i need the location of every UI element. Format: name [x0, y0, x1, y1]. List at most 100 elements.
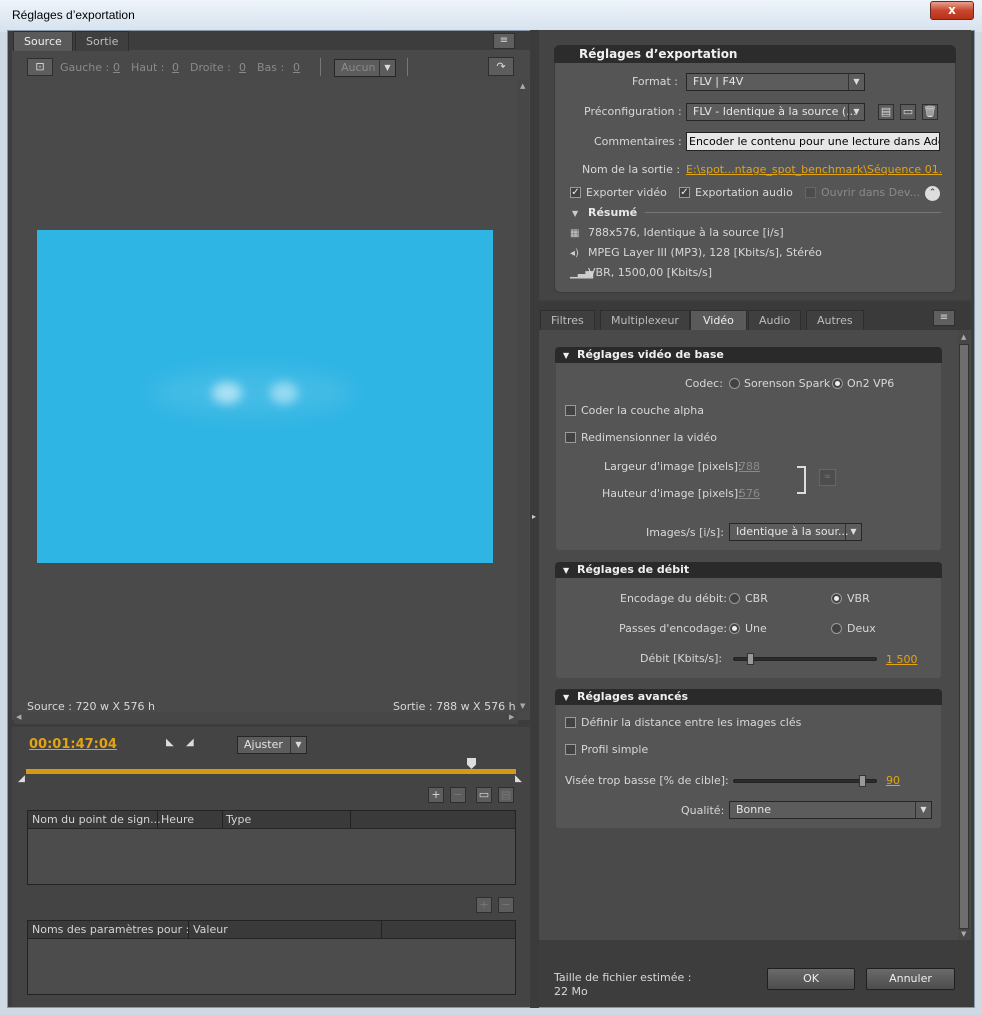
rate-slider-thumb[interactable]: [747, 653, 755, 665]
undershoot-value[interactable]: 90: [886, 774, 900, 787]
tab-source[interactable]: Source: [13, 31, 73, 51]
crop-ratio-dropdown[interactable]: Aucun ▼: [334, 59, 396, 77]
tab-sortie[interactable]: Sortie: [75, 31, 130, 51]
separator: [407, 58, 408, 76]
fit-dropdown[interactable]: Ajuster ▼: [237, 736, 307, 754]
delete-preset-icon[interactable]: 🗑: [922, 104, 938, 120]
panel-menu-icon[interactable]: ≡: [493, 33, 515, 49]
output-name-link[interactable]: E:\spot...ntage_spot_benchmark\Séquence …: [686, 163, 942, 176]
comments-input[interactable]: [686, 132, 940, 151]
format-dropdown[interactable]: FLV | F4V ▼: [686, 73, 865, 91]
ok-button[interactable]: OK: [767, 968, 855, 990]
two-pass-radio[interactable]: [831, 623, 842, 634]
save-preset-icon[interactable]: ▤: [878, 104, 894, 120]
panel-menu-icon[interactable]: ≡: [933, 310, 955, 326]
column-divider: [188, 921, 189, 938]
scroll-left-icon[interactable]: ◀: [16, 713, 21, 721]
tab-multiplexeur[interactable]: Multiplexeur: [600, 310, 690, 330]
resize-checkbox[interactable]: [565, 432, 576, 443]
folder-icon[interactable]: ▭: [476, 787, 492, 803]
simple-profile-checkbox[interactable]: [565, 744, 576, 755]
advanced-header[interactable]: ▼ Réglages avancés: [555, 689, 942, 705]
alpha-checkbox[interactable]: [565, 405, 576, 416]
undershoot-slider-thumb[interactable]: [858, 775, 866, 787]
fps-label: Images/s [i/s]:: [646, 526, 724, 539]
save-icon[interactable]: ▤: [498, 787, 514, 803]
timeline-bar[interactable]: [26, 769, 516, 774]
timecode[interactable]: 00:01:47:04: [29, 737, 117, 752]
title-bar: Réglages d’exportation: [0, 0, 982, 32]
keyframe-checkbox[interactable]: [565, 717, 576, 728]
add-icon[interactable]: +: [428, 787, 444, 803]
add-icon[interactable]: +: [476, 897, 492, 913]
scroll-up-icon[interactable]: ▲: [961, 333, 966, 341]
set-in-icon[interactable]: ◣: [166, 737, 174, 748]
fps-dropdown[interactable]: Identique à la sour... ▼: [729, 523, 862, 541]
scroll-right-icon[interactable]: ▶: [509, 713, 514, 721]
column-divider: [350, 811, 351, 828]
scroll-up-icon[interactable]: ▲: [520, 82, 525, 90]
quality-label: Qualité:: [681, 804, 725, 817]
comments-label: Commentaires :: [594, 135, 682, 148]
crop-left-value[interactable]: 0: [113, 61, 120, 74]
blur-shape: [152, 370, 352, 415]
rotate-icon[interactable]: ↷: [488, 57, 514, 76]
tab-audio[interactable]: Audio: [748, 310, 802, 330]
remove-icon[interactable]: −: [450, 787, 466, 803]
undershoot-label: Visée trop basse [% de cible]:: [565, 774, 729, 787]
resize-label: Redimensionner la vidéo: [581, 431, 717, 444]
disclosure-triangle-icon[interactable]: ▼: [572, 209, 578, 218]
quality-dropdown[interactable]: Bonne ▼: [729, 801, 932, 819]
preset-dropdown[interactable]: FLV - Identique à la source (... ▼: [686, 103, 865, 121]
cancel-button[interactable]: Annuler: [866, 968, 955, 990]
scrollbar-thumb[interactable]: [959, 344, 969, 929]
two-pass-label: Deux: [847, 622, 876, 635]
summary-bitrate: VBR, 1500,00 [Kbits/s]: [588, 266, 713, 279]
codec-sorenson-label: Sorenson Spark: [744, 377, 831, 390]
remove-icon[interactable]: −: [498, 897, 514, 913]
width-label: Largeur d'image [pixels]:: [604, 460, 742, 473]
rate-slider[interactable]: [733, 657, 877, 661]
scroll-down-icon[interactable]: ▼: [961, 930, 966, 938]
column-header[interactable]: Valeur: [193, 921, 228, 938]
scroll-down-icon[interactable]: ▼: [520, 702, 525, 710]
tab-video[interactable]: Vidéo: [690, 310, 747, 330]
bitrate-header[interactable]: ▼ Réglages de débit: [555, 562, 942, 578]
crop-icon[interactable]: ⊡: [27, 58, 53, 76]
column-header[interactable]: Heure: [161, 811, 194, 828]
height-value[interactable]: 576: [739, 487, 760, 500]
open-in-device-checkbox[interactable]: [805, 187, 816, 198]
codec-on2-radio[interactable]: [832, 378, 843, 389]
close-button[interactable]: x: [930, 1, 974, 20]
crop-top-value[interactable]: 0: [172, 61, 179, 74]
preview-hscrollbar[interactable]: [14, 712, 518, 724]
chain-link-icon[interactable]: ∞: [819, 469, 836, 486]
cbr-radio[interactable]: [729, 593, 740, 604]
tab-autres[interactable]: Autres: [806, 310, 864, 330]
preview-vscrollbar[interactable]: [518, 80, 529, 712]
set-out-icon[interactable]: ◢: [186, 737, 194, 748]
file-size-label: Taille de fichier estimée :: [554, 971, 692, 984]
bitrate-title: Réglages de débit: [577, 563, 690, 576]
tab-filtres[interactable]: Filtres: [540, 310, 595, 330]
out-point-marker[interactable]: ◣: [515, 774, 522, 784]
crop-right-value[interactable]: 0: [239, 61, 246, 74]
vbr-radio[interactable]: [831, 593, 842, 604]
export-video-checkbox[interactable]: ✓: [570, 187, 581, 198]
column-header[interactable]: Type: [226, 811, 251, 828]
column-header[interactable]: Nom du point de sign...: [32, 811, 161, 828]
splitter-grip-icon[interactable]: ▸: [532, 512, 536, 521]
column-header[interactable]: Noms des paramètres pour :: [32, 921, 189, 938]
video-basic-header[interactable]: ▼ Réglages vidéo de base: [555, 347, 942, 363]
export-audio-checkbox[interactable]: ✓: [679, 187, 690, 198]
codec-on2-label: On2 VP6: [847, 377, 895, 390]
codec-sorenson-radio[interactable]: [729, 378, 740, 389]
in-point-marker[interactable]: ◢: [18, 774, 25, 784]
collapse-icon[interactable]: ⌃: [925, 186, 940, 201]
rate-value[interactable]: 1 500: [886, 653, 918, 666]
crop-bottom-value[interactable]: 0: [293, 61, 300, 74]
import-preset-icon[interactable]: ▭: [900, 104, 916, 120]
undershoot-slider[interactable]: [733, 779, 877, 783]
width-value[interactable]: 788: [739, 460, 760, 473]
one-pass-radio[interactable]: [729, 623, 740, 634]
